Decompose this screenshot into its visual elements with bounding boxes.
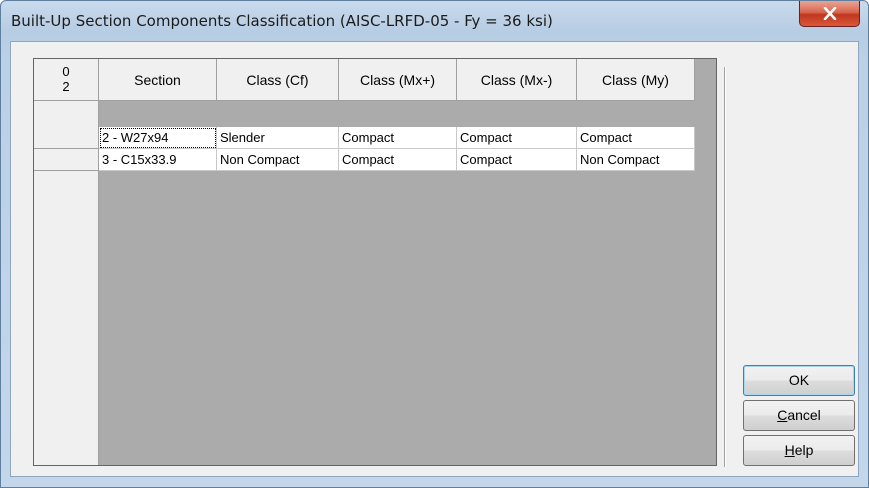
window-title: Built-Up Section Components Classificati…: [11, 12, 553, 30]
column-header-class-mx-minus[interactable]: Class (Mx-): [457, 59, 577, 101]
help-button[interactable]: Help: [743, 435, 855, 466]
column-header-section[interactable]: Section: [99, 59, 217, 101]
corner-bottom-value: 2: [62, 79, 70, 94]
table-cell-section[interactable]: 3 - C15x33.9: [99, 149, 217, 171]
cancel-accelerator: C: [777, 407, 788, 423]
help-button-label: elp: [794, 442, 814, 458]
corner-top-value: 0: [62, 64, 70, 79]
row-header[interactable]: [34, 127, 99, 149]
close-icon: [823, 7, 837, 20]
table-cell-section[interactable]: 2 - W27x94: [99, 127, 217, 149]
column-header-class-mx-plus[interactable]: Class (Mx+): [339, 59, 457, 101]
grid-corner-header[interactable]: 0 2: [34, 59, 99, 101]
row-header-column: [34, 59, 99, 465]
dialog-window: Built-Up Section Components Classificati…: [0, 0, 869, 488]
help-accelerator: H: [784, 442, 795, 458]
column-header-class-cf[interactable]: Class (Cf): [217, 59, 339, 101]
ok-button[interactable]: OK: [743, 365, 855, 396]
table-cell-class-my[interactable]: Non Compact: [577, 149, 695, 171]
close-button[interactable]: [799, 1, 860, 27]
table-cell-class-cf[interactable]: Non Compact: [217, 149, 339, 171]
vertical-separator: [724, 67, 726, 467]
table-cell-class-my[interactable]: Compact: [577, 127, 695, 149]
ok-button-label: OK: [788, 372, 810, 388]
table-cell-class-cf[interactable]: Slender: [217, 127, 339, 149]
cancel-button[interactable]: Cancel: [743, 400, 855, 431]
column-header-class-my[interactable]: Class (My): [577, 59, 695, 101]
classification-grid[interactable]: 0 2 Section Class (Cf) Class (Mx+) Class…: [33, 58, 717, 466]
row-header[interactable]: [34, 149, 99, 171]
table-cell-class-mx-plus[interactable]: Compact: [339, 127, 457, 149]
title-bar[interactable]: Built-Up Section Components Classificati…: [1, 1, 868, 41]
table-cell-class-mx-minus[interactable]: Compact: [457, 149, 577, 171]
table-cell-class-mx-plus[interactable]: Compact: [339, 149, 457, 171]
cancel-button-label: ancel: [787, 407, 821, 423]
table-cell-class-mx-minus[interactable]: Compact: [457, 127, 577, 149]
